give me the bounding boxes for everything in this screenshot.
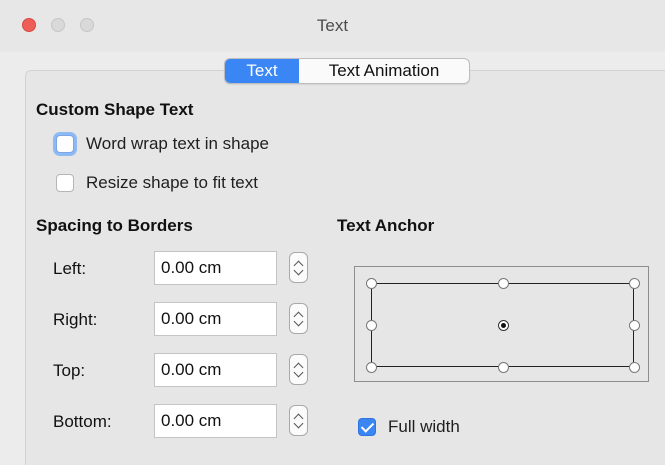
anchor-center[interactable]	[498, 320, 509, 331]
bottom-spacing-field[interactable]: 0.00 cm	[154, 404, 277, 438]
bottom-label: Bottom:	[53, 412, 112, 431]
full-width-row[interactable]: Full width	[358, 417, 460, 437]
chevron-down-icon[interactable]	[293, 367, 304, 378]
text-dialog-window: Text Text Text Animation Custom Shape Te…	[0, 0, 665, 465]
anchor-middle-left[interactable]	[366, 320, 377, 331]
chevron-down-icon[interactable]	[293, 316, 304, 327]
resize-shape-row[interactable]: Resize shape to fit text	[56, 173, 258, 193]
word-wrap-checkbox[interactable]	[56, 135, 74, 153]
anchor-bottom-center[interactable]	[498, 362, 509, 373]
top-label: Top:	[53, 361, 86, 380]
right-spacing-stepper[interactable]	[289, 303, 308, 334]
full-width-label[interactable]: Full width	[388, 417, 460, 437]
top-spacing-field[interactable]: 0.00 cm	[154, 353, 277, 387]
anchor-bottom-right[interactable]	[629, 362, 640, 373]
top-spacing-stepper[interactable]	[289, 354, 308, 385]
anchor-top-center[interactable]	[498, 278, 509, 289]
left-label: Left:	[53, 259, 87, 278]
anchor-top-right[interactable]	[629, 278, 640, 289]
text-anchor-heading: Text Anchor	[337, 216, 435, 235]
tab-text-animation[interactable]: Text Animation	[299, 59, 469, 83]
left-spacing-stepper[interactable]	[289, 252, 308, 283]
resize-shape-checkbox[interactable]	[56, 174, 74, 192]
anchor-bottom-left[interactable]	[366, 362, 377, 373]
left-spacing-field[interactable]: 0.00 cm	[154, 251, 277, 285]
window-title: Text	[316, 16, 349, 35]
right-spacing-field[interactable]: 0.00 cm	[154, 302, 277, 336]
text-anchor-selector[interactable]	[354, 266, 649, 382]
title-bar: Text	[0, 0, 665, 52]
bottom-spacing-stepper[interactable]	[289, 405, 308, 436]
resize-shape-label[interactable]: Resize shape to fit text	[86, 173, 258, 193]
anchor-top-left[interactable]	[366, 278, 377, 289]
anchor-middle-right[interactable]	[629, 320, 640, 331]
right-label: Right:	[53, 310, 98, 329]
word-wrap-row[interactable]: Word wrap text in shape	[56, 134, 269, 154]
tab-bar: Text Text Animation	[224, 58, 470, 84]
chevron-down-icon[interactable]	[293, 265, 304, 276]
spacing-to-borders-heading: Spacing to Borders	[36, 216, 193, 235]
chevron-down-icon[interactable]	[293, 418, 304, 429]
custom-shape-text-heading: Custom Shape Text	[36, 100, 194, 119]
tab-text[interactable]: Text	[225, 59, 299, 83]
word-wrap-label[interactable]: Word wrap text in shape	[86, 134, 269, 154]
full-width-checkbox[interactable]	[358, 418, 376, 436]
